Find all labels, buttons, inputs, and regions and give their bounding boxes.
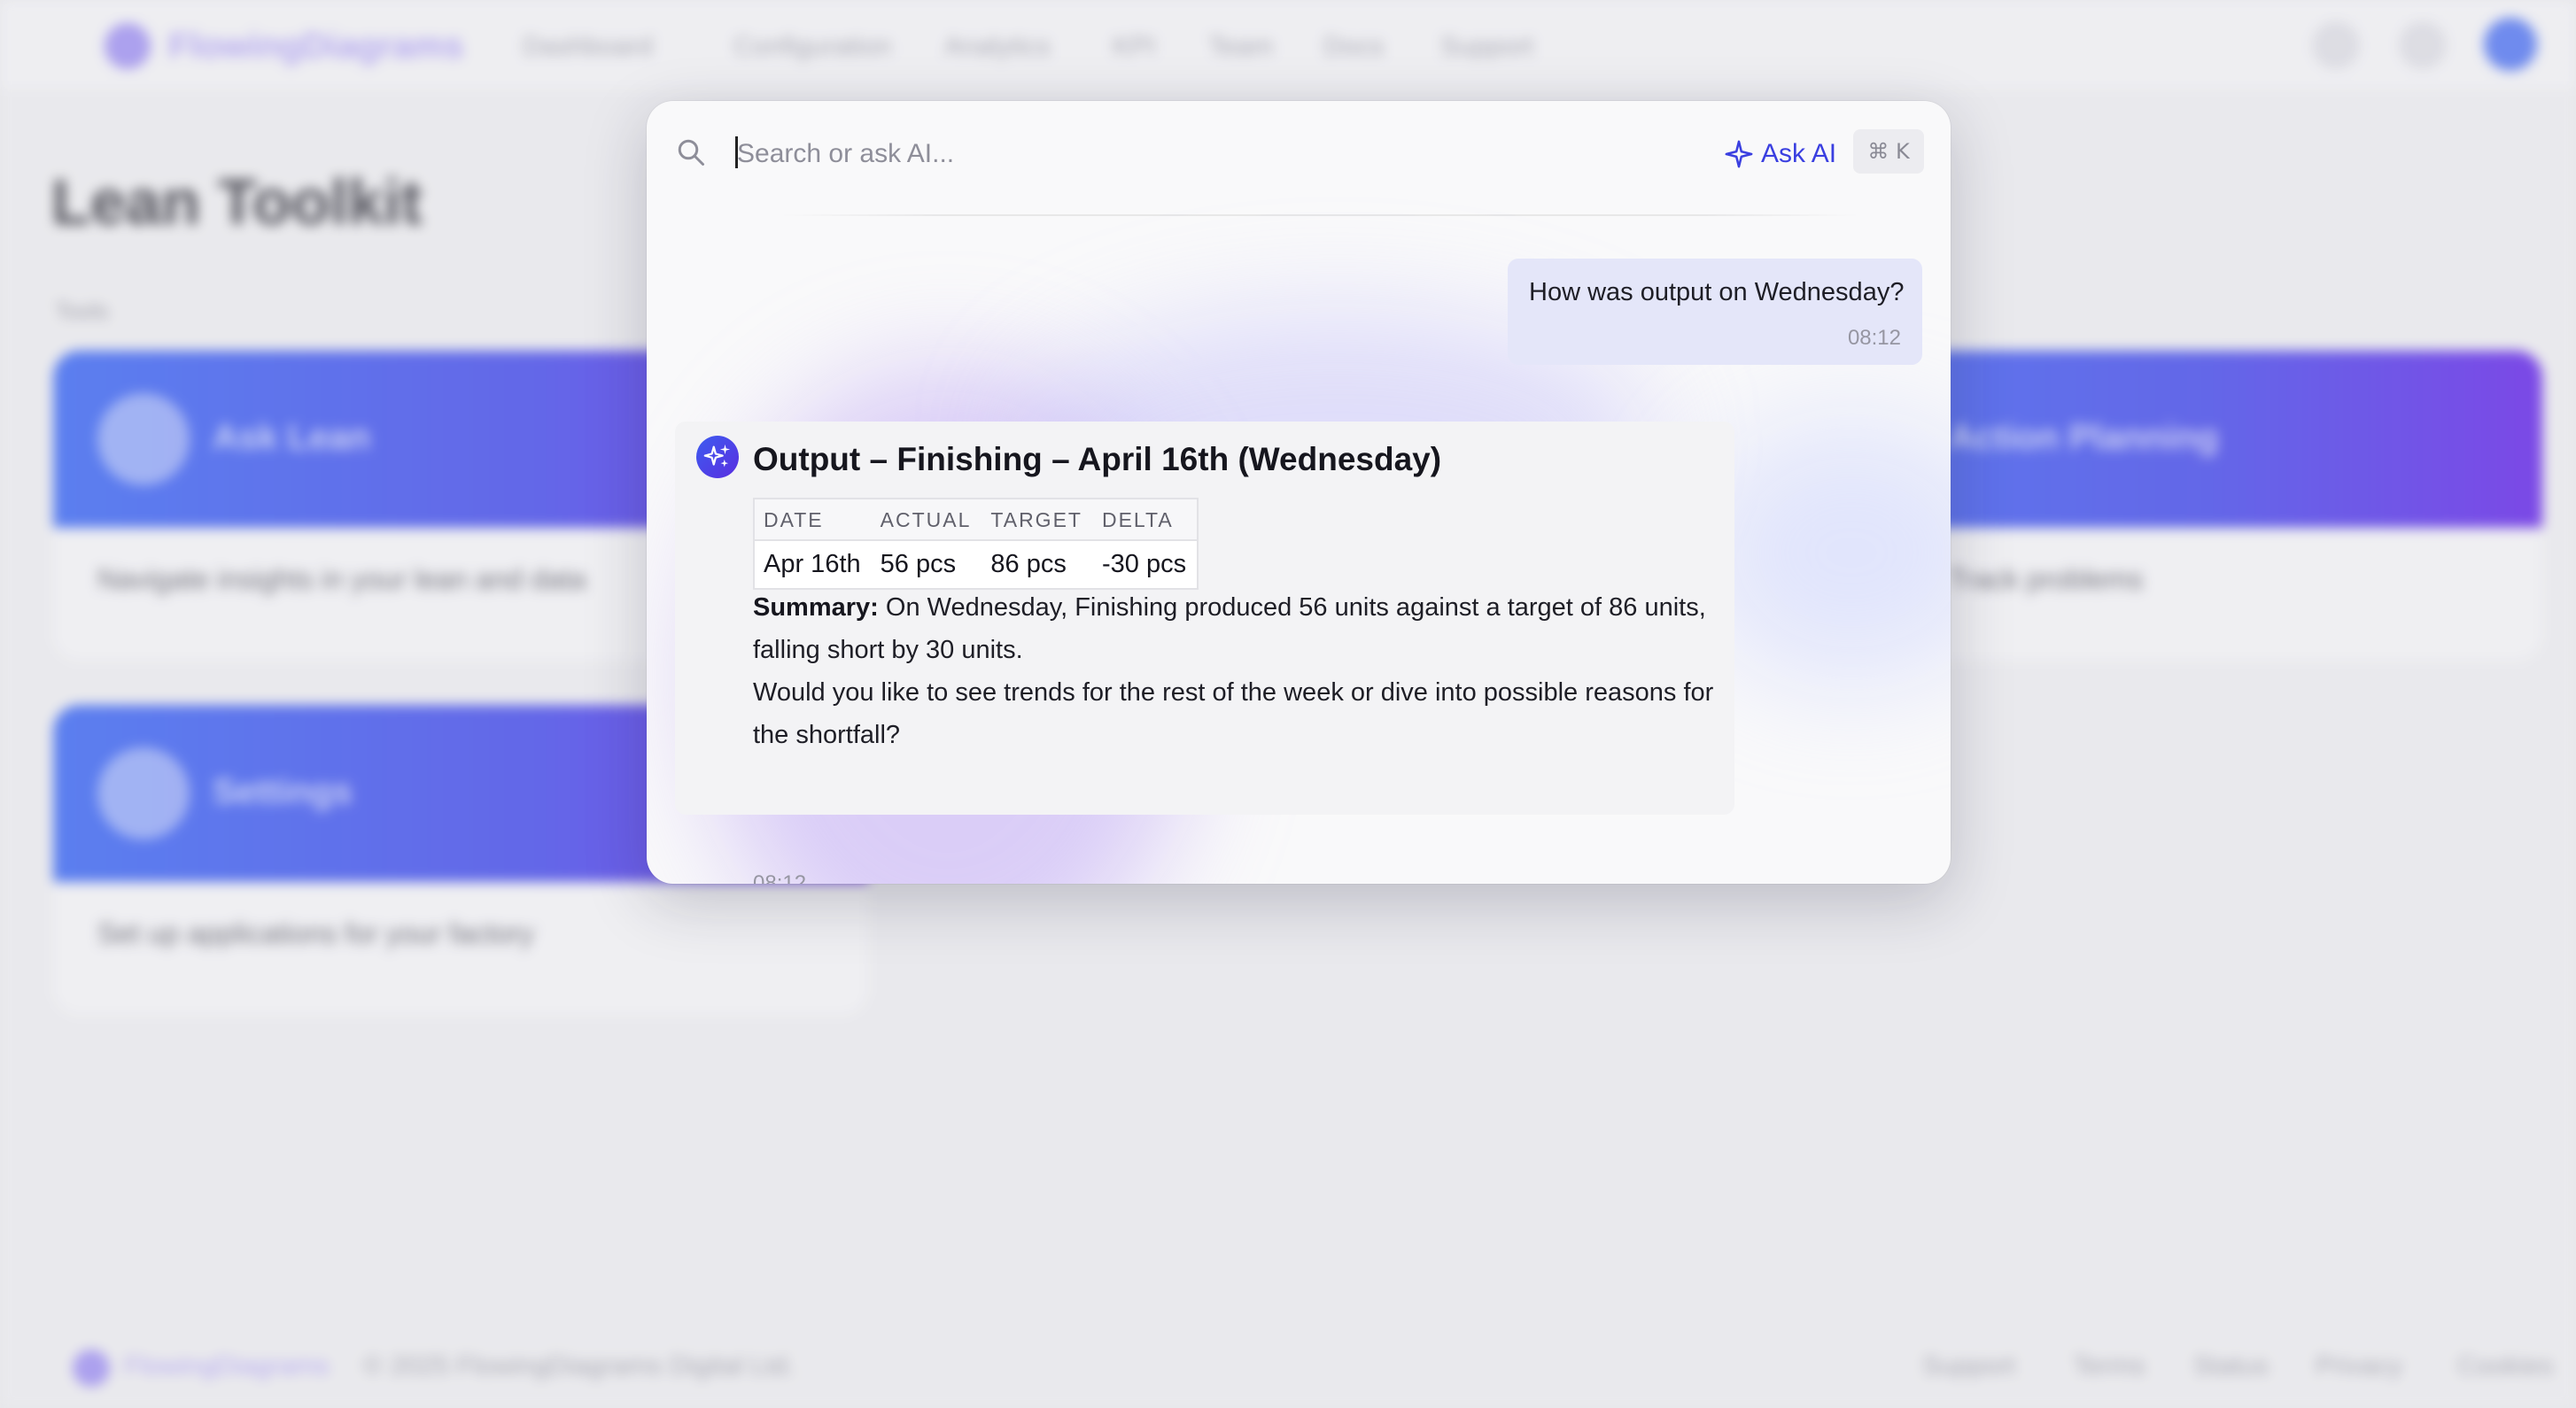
ask-ai-button[interactable]: Ask AI <box>1724 133 1836 175</box>
summary-label: Summary: <box>753 593 879 622</box>
followup-question: Would you like to see trends for the res… <box>753 678 1714 749</box>
ai-message-bubble: Output – Finishing – April 16th (Wednesd… <box>675 422 1734 884</box>
output-table: DATE ACTUAL TARGET DELTA Apr 16th 56 pcs… <box>753 498 1199 590</box>
summary-paragraph: Summary: On Wednesday, Finishing produce… <box>753 586 1719 671</box>
sparkle-icon <box>1725 140 1753 168</box>
column-header-date: DATE <box>754 499 872 541</box>
cell-date: Apr 16th <box>764 550 861 578</box>
header-divider <box>780 214 1860 216</box>
column-header-delta: DELTA <box>1092 499 1199 541</box>
user-message-text: How was output on Wednesday? <box>1529 278 1905 306</box>
ai-message-title: Output – Finishing – April 16th (Wednesd… <box>753 441 1442 477</box>
search-input[interactable] <box>735 133 1501 175</box>
cell-actual: 56 pcs <box>880 550 957 578</box>
keyboard-shortcut-badge: ⌘ K <box>1853 129 1924 174</box>
column-header-actual: ACTUAL <box>871 499 982 541</box>
cell-delta: -30 pcs <box>1101 550 1187 578</box>
summary-text: On Wednesday, Finishing produced 56 unit… <box>753 593 1706 664</box>
column-header-target: TARGET <box>982 499 1093 541</box>
table-header-row: DATE ACTUAL TARGET DELTA <box>754 499 1199 541</box>
cell-target: 86 pcs <box>990 550 1067 578</box>
user-message-bubble: How was output on Wednesday? 08:12 <box>1508 259 1922 365</box>
user-message-time: 08:12 <box>1847 326 1901 350</box>
command-palette: Ask AI ⌘ K How was output on Wednesday? … <box>647 101 1951 884</box>
ai-message-time: 08:12 <box>753 871 807 884</box>
search-bar: Ask AI ⌘ K <box>647 101 1951 214</box>
ask-ai-label: Ask AI <box>1761 139 1837 168</box>
text-caret <box>735 136 738 168</box>
ai-avatar <box>696 436 739 478</box>
search-icon <box>678 139 704 166</box>
table-row: Apr 16th 56 pcs 86 pcs -30 pcs <box>754 540 1198 589</box>
sparkles-icon <box>703 444 731 468</box>
ai-message-body: Summary: On Wednesday, Finishing produce… <box>753 586 1719 756</box>
